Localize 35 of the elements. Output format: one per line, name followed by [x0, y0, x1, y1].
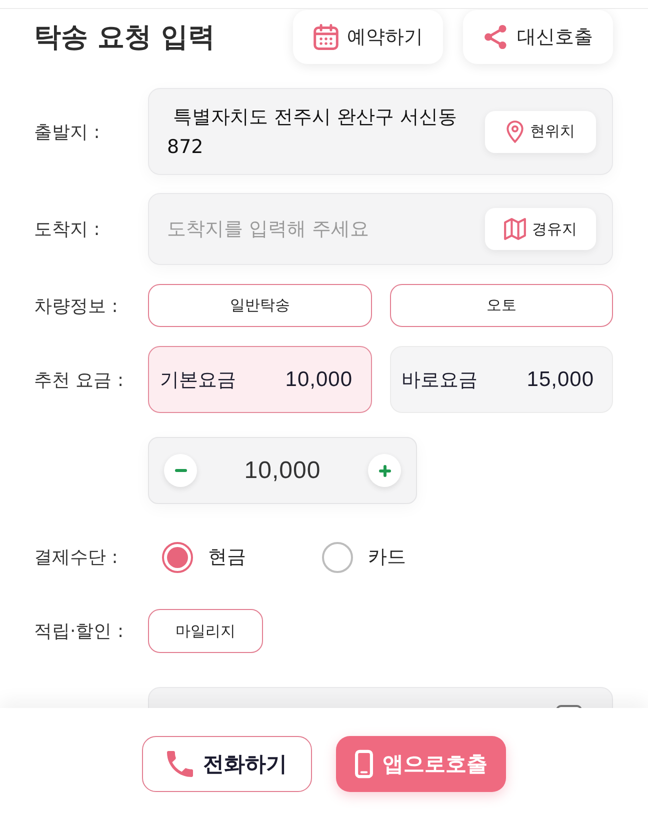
- address-text: 특별자치도 전주시 완산구 서신동 872: [167, 104, 458, 160]
- field-label: 도착지 :: [34, 218, 101, 241]
- phone-icon: [167, 751, 193, 777]
- mobile-phone-icon: [354, 749, 372, 779]
- destination-field[interactable]: 도착지를 입력해 주세요 경유지: [148, 193, 613, 265]
- reservation-button[interactable]: 예약하기: [293, 10, 443, 64]
- vehicle-option-button[interactable]: 일반탁송: [148, 284, 372, 327]
- share-icon: [483, 24, 509, 50]
- decrease-button[interactable]: [164, 454, 197, 487]
- radio-label[interactable]: 카드: [368, 544, 406, 570]
- fare-option[interactable]: 바로요금 15,000: [390, 346, 613, 413]
- proxy-call-button[interactable]: 대신호출: [463, 10, 613, 64]
- radio-button[interactable]: [322, 542, 353, 572]
- field-label: 추천 요금 :: [34, 368, 125, 392]
- map-icon: [504, 218, 526, 240]
- minus-icon: [174, 469, 186, 472]
- radio-label[interactable]: 현금: [208, 544, 246, 570]
- fare-value: 10,000: [244, 456, 321, 484]
- location-pin-icon: [506, 120, 524, 143]
- current-location-button[interactable]: 현위치: [485, 110, 596, 152]
- field-label: 적립·할인 :: [34, 620, 125, 643]
- screen-title: 탁송 요청 입력: [34, 21, 216, 55]
- vehicle-option-button[interactable]: 오토: [390, 284, 613, 327]
- phone-call-button[interactable]: 전화하기: [142, 736, 312, 792]
- radio-button[interactable]: [162, 542, 193, 572]
- mileage-button[interactable]: 마일리지: [148, 609, 263, 653]
- field-label: 출발지 :: [34, 120, 101, 144]
- fare-option[interactable]: 기본요금 10,000: [148, 346, 372, 413]
- increase-button[interactable]: [368, 454, 401, 487]
- departure-field[interactable]: 특별자치도 전주시 완산구 서신동 872 현위치: [148, 88, 613, 175]
- field-label: 차량정보 :: [34, 294, 119, 318]
- waypoint-button[interactable]: 경유지: [485, 208, 596, 250]
- plus-icon: [378, 464, 390, 476]
- calendar-icon: [313, 24, 339, 50]
- field-label: 결제수단 :: [34, 546, 119, 569]
